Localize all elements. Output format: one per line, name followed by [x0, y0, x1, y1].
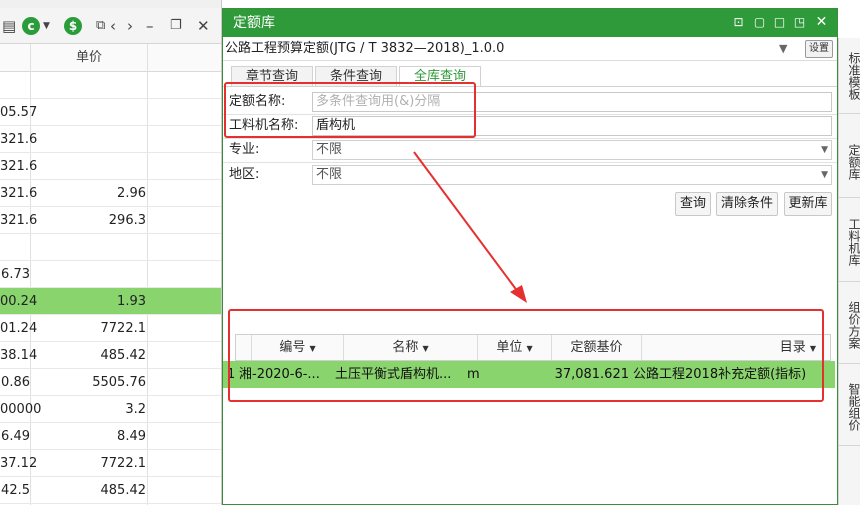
annotation-arrow: [413, 151, 527, 303]
